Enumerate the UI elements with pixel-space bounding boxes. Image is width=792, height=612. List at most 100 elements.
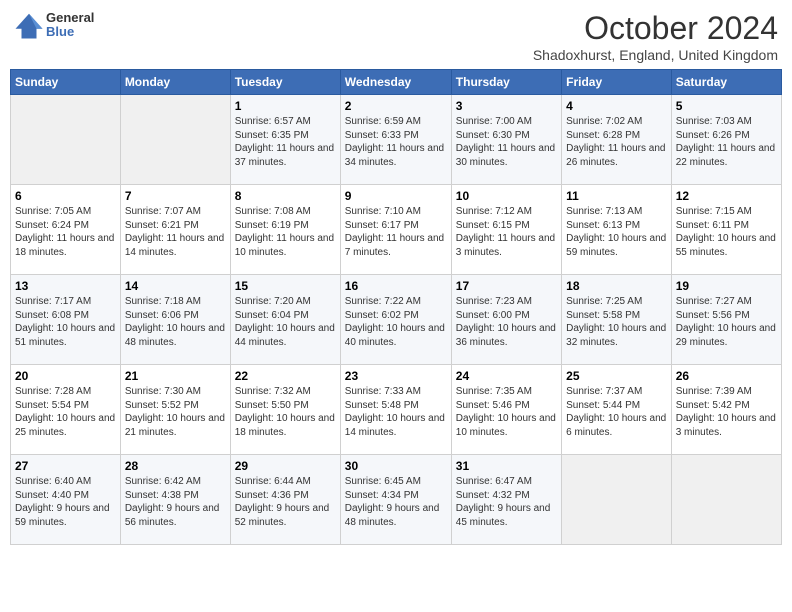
day-number: 30 — [345, 459, 447, 473]
calendar-cell: 15 Sunrise: 7:20 AM Sunset: 6:04 PM Dayli… — [230, 275, 340, 365]
calendar-cell: 20 Sunrise: 7:28 AM Sunset: 5:54 PM Dayli… — [11, 365, 121, 455]
week-row-4: 20 Sunrise: 7:28 AM Sunset: 5:54 PM Dayli… — [11, 365, 782, 455]
day-number: 7 — [125, 189, 226, 203]
day-number: 9 — [345, 189, 447, 203]
day-content: Sunrise: 7:17 AM Sunset: 6:08 PM Dayligh… — [15, 295, 116, 349]
calendar-cell: 2 Sunrise: 6:59 AM Sunset: 6:33 PM Daylig… — [340, 95, 451, 185]
calendar-cell: 28 Sunrise: 6:42 AM Sunset: 4:38 PM Dayli… — [120, 455, 230, 545]
calendar-cell: 14Sunrise: 7:18 AM Sunset: 6:06 PM Dayli… — [120, 275, 230, 365]
calendar-cell: 16 Sunrise: 7:22 AM Sunset: 6:02 PM Dayli… — [340, 275, 451, 365]
day-number: 11 — [566, 189, 667, 203]
day-number: 1 — [235, 99, 336, 113]
calendar-cell: 30Sunrise: 6:45 AM Sunset: 4:34 PM Dayli… — [340, 455, 451, 545]
day-content: Sunrise: 7:35 AM Sunset: 5:46 PM Dayligh… — [456, 385, 557, 439]
location: Shadoxhurst, England, United Kingdom — [533, 47, 778, 63]
column-header-monday: Monday — [120, 70, 230, 95]
day-number: 3 — [456, 99, 557, 113]
day-content: Sunrise: 7:15 AM Sunset: 6:11 PM Dayligh… — [676, 205, 777, 259]
day-number: 27 — [15, 459, 116, 473]
calendar-cell: 21 Sunrise: 7:30 AM Sunset: 5:52 PM Dayli… — [120, 365, 230, 455]
page-header: General Blue October 2024 Shadoxhurst, E… — [10, 10, 782, 63]
calendar-cell: 12 Sunrise: 7:15 AM Sunset: 6:11 PM Dayli… — [671, 185, 781, 275]
day-content: Sunrise: 6:59 AM Sunset: 6:33 PM Dayligh… — [345, 115, 447, 169]
day-content: Sunrise: 7:30 AM Sunset: 5:52 PM Dayligh… — [125, 385, 226, 439]
day-number: 15 — [235, 279, 336, 293]
logo: General Blue — [14, 10, 94, 40]
day-number: 6 — [15, 189, 116, 203]
week-row-1: 1Sunrise: 6:57 AM Sunset: 6:35 PM Daylig… — [11, 95, 782, 185]
calendar-cell: 19 Sunrise: 7:27 AM Sunset: 5:56 PM Dayli… — [671, 275, 781, 365]
column-header-wednesday: Wednesday — [340, 70, 451, 95]
day-content: Sunrise: 7:12 AM Sunset: 6:15 PM Dayligh… — [456, 205, 557, 259]
logo-icon — [14, 10, 44, 40]
day-content: Sunrise: 6:42 AM Sunset: 4:38 PM Dayligh… — [125, 475, 226, 529]
logo-text: General Blue — [46, 11, 94, 40]
day-number: 10 — [456, 189, 557, 203]
day-number: 4 — [566, 99, 667, 113]
calendar-cell: 7 Sunrise: 7:07 AM Sunset: 6:21 PM Daylig… — [120, 185, 230, 275]
day-number: 31 — [456, 459, 557, 473]
day-content: Sunrise: 7:00 AM Sunset: 6:30 PM Dayligh… — [456, 115, 557, 169]
day-number: 28 — [125, 459, 226, 473]
week-row-5: 27 Sunrise: 6:40 AM Sunset: 4:40 PM Dayli… — [11, 455, 782, 545]
day-content: Sunrise: 7:27 AM Sunset: 5:56 PM Dayligh… — [676, 295, 777, 349]
day-number: 16 — [345, 279, 447, 293]
month-title: October 2024 — [533, 10, 778, 47]
day-number: 25 — [566, 369, 667, 383]
calendar-cell: 31 Sunrise: 6:47 AM Sunset: 4:32 PM Dayli… — [451, 455, 561, 545]
calendar-cell — [120, 95, 230, 185]
column-header-sunday: Sunday — [11, 70, 121, 95]
day-content: Sunrise: 7:22 AM Sunset: 6:02 PM Dayligh… — [345, 295, 447, 349]
calendar-cell: 23Sunrise: 7:33 AM Sunset: 5:48 PM Dayli… — [340, 365, 451, 455]
day-content: Sunrise: 7:13 AM Sunset: 6:13 PM Dayligh… — [566, 205, 667, 259]
calendar-cell: 13 Sunrise: 7:17 AM Sunset: 6:08 PM Dayli… — [11, 275, 121, 365]
calendar-cell — [562, 455, 672, 545]
day-content: Sunrise: 7:23 AM Sunset: 6:00 PM Dayligh… — [456, 295, 557, 349]
day-number: 2 — [345, 99, 447, 113]
day-content: Sunrise: 7:32 AM Sunset: 5:50 PM Dayligh… — [235, 385, 336, 439]
calendar-cell: 3 Sunrise: 7:00 AM Sunset: 6:30 PM Daylig… — [451, 95, 561, 185]
day-number: 19 — [676, 279, 777, 293]
calendar-cell: 29Sunrise: 6:44 AM Sunset: 4:36 PM Dayli… — [230, 455, 340, 545]
day-content: Sunrise: 6:47 AM Sunset: 4:32 PM Dayligh… — [456, 475, 557, 529]
title-block: October 2024 Shadoxhurst, England, Unite… — [533, 10, 778, 63]
calendar-cell: 11 Sunrise: 7:13 AM Sunset: 6:13 PM Dayli… — [562, 185, 672, 275]
day-number: 13 — [15, 279, 116, 293]
calendar-cell: 1Sunrise: 6:57 AM Sunset: 6:35 PM Daylig… — [230, 95, 340, 185]
day-content: Sunrise: 7:37 AM Sunset: 5:44 PM Dayligh… — [566, 385, 667, 439]
calendar-cell: 18 Sunrise: 7:25 AM Sunset: 5:58 PM Dayli… — [562, 275, 672, 365]
day-content: Sunrise: 6:40 AM Sunset: 4:40 PM Dayligh… — [15, 475, 116, 529]
day-content: Sunrise: 7:07 AM Sunset: 6:21 PM Dayligh… — [125, 205, 226, 259]
day-number: 20 — [15, 369, 116, 383]
day-number: 17 — [456, 279, 557, 293]
day-number: 12 — [676, 189, 777, 203]
day-number: 14 — [125, 279, 226, 293]
calendar-cell: 10 Sunrise: 7:12 AM Sunset: 6:15 PM Dayli… — [451, 185, 561, 275]
calendar-cell: 8 Sunrise: 7:08 AM Sunset: 6:19 PM Daylig… — [230, 185, 340, 275]
calendar-cell: 26 Sunrise: 7:39 AM Sunset: 5:42 PM Dayli… — [671, 365, 781, 455]
day-content: Sunrise: 7:39 AM Sunset: 5:42 PM Dayligh… — [676, 385, 777, 439]
day-number: 8 — [235, 189, 336, 203]
column-header-thursday: Thursday — [451, 70, 561, 95]
calendar-cell: 5Sunrise: 7:03 AM Sunset: 6:26 PM Daylig… — [671, 95, 781, 185]
day-number: 18 — [566, 279, 667, 293]
week-row-3: 13 Sunrise: 7:17 AM Sunset: 6:08 PM Dayli… — [11, 275, 782, 365]
calendar-cell: 17 Sunrise: 7:23 AM Sunset: 6:00 PM Dayli… — [451, 275, 561, 365]
day-number: 29 — [235, 459, 336, 473]
day-content: Sunrise: 7:28 AM Sunset: 5:54 PM Dayligh… — [15, 385, 116, 439]
day-number: 26 — [676, 369, 777, 383]
day-content: Sunrise: 7:25 AM Sunset: 5:58 PM Dayligh… — [566, 295, 667, 349]
calendar-cell: 27 Sunrise: 6:40 AM Sunset: 4:40 PM Dayli… — [11, 455, 121, 545]
calendar-cell: 24 Sunrise: 7:35 AM Sunset: 5:46 PM Dayli… — [451, 365, 561, 455]
calendar-cell: 4Sunrise: 7:02 AM Sunset: 6:28 PM Daylig… — [562, 95, 672, 185]
calendar-cell: 22 Sunrise: 7:32 AM Sunset: 5:50 PM Dayli… — [230, 365, 340, 455]
day-number: 21 — [125, 369, 226, 383]
day-number: 24 — [456, 369, 557, 383]
day-content: Sunrise: 7:10 AM Sunset: 6:17 PM Dayligh… — [345, 205, 447, 259]
day-content: Sunrise: 7:33 AM Sunset: 5:48 PM Dayligh… — [345, 385, 447, 439]
day-content: Sunrise: 7:08 AM Sunset: 6:19 PM Dayligh… — [235, 205, 336, 259]
day-content: Sunrise: 7:20 AM Sunset: 6:04 PM Dayligh… — [235, 295, 336, 349]
calendar-header-row: SundayMondayTuesdayWednesdayThursdayFrid… — [11, 70, 782, 95]
day-number: 22 — [235, 369, 336, 383]
calendar-cell: 25 Sunrise: 7:37 AM Sunset: 5:44 PM Dayli… — [562, 365, 672, 455]
